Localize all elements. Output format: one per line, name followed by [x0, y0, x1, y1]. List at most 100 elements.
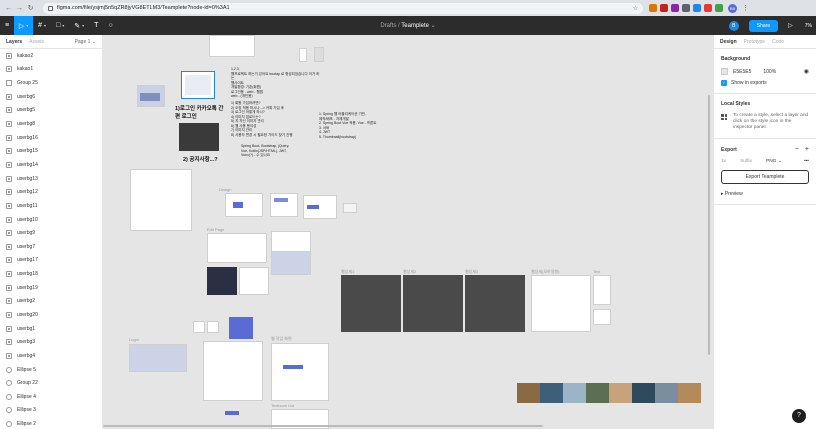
- photo-thumbnail[interactable]: [678, 383, 701, 403]
- forward-icon[interactable]: →: [15, 4, 24, 13]
- screenshot-thumbnail[interactable]: [307, 205, 319, 209]
- layer-item[interactable]: userbg7: [0, 240, 102, 254]
- test-frame[interactable]: [593, 275, 611, 305]
- export-suffix-input[interactable]: Suffix: [740, 159, 752, 164]
- detail-screen-mobile[interactable]: [531, 275, 591, 332]
- feature-list-text[interactable]: 1. Spring 웹 어플리케이션 기반, 제작/배포 - 자체개발 2. S…: [319, 112, 389, 139]
- layer-item[interactable]: userbg4: [0, 349, 102, 363]
- layer-item[interactable]: userbg1: [0, 322, 102, 336]
- photo-thumbnail[interactable]: [586, 383, 609, 403]
- photo-thumbnail[interactable]: [563, 383, 586, 403]
- pen-tool-icon[interactable]: ✎ ▾: [69, 16, 89, 35]
- export-format-select[interactable]: PNG ⌄: [766, 159, 782, 164]
- tab-layers[interactable]: Layers: [6, 39, 22, 45]
- back-icon[interactable]: ←: [4, 4, 13, 13]
- layer-item[interactable]: Ellipse 4: [0, 390, 102, 404]
- tech-stack-text[interactable]: Spring Boot, Bootstrap, jQuery, Vue, Kot…: [241, 144, 311, 158]
- textbook-list-label[interactable]: Textbook List: [271, 403, 294, 408]
- photo-thumbnail[interactable]: [655, 383, 678, 403]
- browser-extension-icon[interactable]: [693, 4, 701, 12]
- canvas-frame[interactable]: [225, 193, 263, 217]
- layer-item[interactable]: kakao1: [0, 63, 102, 77]
- browser-extension-icon[interactable]: [704, 4, 712, 12]
- layer-item[interactable]: Group 22: [0, 376, 102, 390]
- layer-item[interactable]: Ellipse 2: [0, 417, 102, 429]
- screenshot-thumbnail[interactable]: [140, 93, 160, 101]
- zoom-dropdown[interactable]: 7%: [805, 23, 812, 29]
- tab-design[interactable]: Design: [720, 39, 737, 45]
- screenshot-thumbnail[interactable]: [233, 202, 243, 208]
- file-name[interactable]: Teamplete: [401, 23, 429, 29]
- file-menu-caret[interactable]: ⌄: [431, 23, 436, 29]
- page-selector[interactable]: Page 1 ⌄: [75, 39, 96, 45]
- project-notes-text[interactable]: 1,2,3, 웹프로젝트 하는거 있어요 bootap 로 형성되었습니다 이거…: [231, 67, 321, 99]
- design-canvas[interactable]: 1)로그인 카카오톡 간편 로그인 2) 공지사항...? 1,2,3, 웹프로…: [103, 35, 713, 429]
- design-label[interactable]: Design: [219, 187, 231, 192]
- notice-section-title[interactable]: 2) 공지사항...?: [183, 155, 218, 163]
- comment-tool-icon[interactable]: ○: [103, 16, 117, 35]
- tab-assets[interactable]: Assets: [29, 39, 44, 45]
- main-menu-icon[interactable]: ≡: [0, 16, 14, 35]
- test-label[interactable]: Test: [593, 269, 600, 274]
- export-button[interactable]: Export Teamplete: [721, 170, 809, 184]
- tab-prototype[interactable]: Prototype: [744, 39, 765, 45]
- preview-caret-icon[interactable]: ▸: [721, 191, 724, 197]
- layer-item[interactable]: userbg11: [0, 199, 102, 213]
- canvas-frame[interactable]: [271, 251, 311, 275]
- frame-tool-icon[interactable]: # ▾: [33, 16, 51, 35]
- layer-item[interactable]: userbg9: [0, 226, 102, 240]
- preview-toggle[interactable]: ▸ Preview: [721, 191, 809, 197]
- layer-item[interactable]: userbg5: [0, 104, 102, 118]
- browser-extension-icon[interactable]: [671, 4, 679, 12]
- screenshot-thumbnail[interactable]: [274, 198, 288, 202]
- browser-profile-avatar[interactable]: B9: [728, 3, 737, 13]
- canvas-frame[interactable]: [203, 341, 263, 401]
- layer-item[interactable]: userbg8: [0, 117, 102, 131]
- login-label[interactable]: Login: [129, 337, 139, 342]
- work-screen-frame[interactable]: [271, 343, 329, 401]
- layer-item[interactable]: userbg15: [0, 144, 102, 158]
- screenshot-thumbnail[interactable]: [283, 365, 303, 369]
- layer-item[interactable]: Ellipse 5: [0, 363, 102, 377]
- layer-item[interactable]: userbg18: [0, 267, 102, 281]
- help-button[interactable]: ?: [792, 409, 806, 423]
- shape-tool-icon[interactable]: □ ▾: [51, 16, 69, 35]
- browser-extension-icon[interactable]: [649, 4, 657, 12]
- canvas-frame[interactable]: [207, 233, 267, 263]
- layer-item[interactable]: userbg13: [0, 172, 102, 186]
- text-tool-icon[interactable]: T: [89, 16, 103, 35]
- canvas-frame[interactable]: [299, 48, 307, 62]
- canvas-frame[interactable]: [209, 35, 255, 57]
- address-bar[interactable]: figma.com/file/ysjmj5n5qZR8jyVG8ETLM3/Te…: [43, 2, 643, 14]
- export-scale-input[interactable]: 1x: [721, 159, 726, 164]
- export-more-icon[interactable]: •••: [804, 159, 809, 164]
- browser-extension-icon[interactable]: [682, 4, 690, 12]
- reload-icon[interactable]: ↻: [26, 4, 35, 13]
- canvas-frame[interactable]: [314, 47, 324, 62]
- canvas-frame[interactable]: [270, 193, 298, 217]
- background-hex-input[interactable]: E5E5E5: [733, 69, 751, 75]
- layer-item[interactable]: userbg2: [0, 295, 102, 309]
- present-play-icon[interactable]: ▷: [788, 22, 793, 29]
- vertical-scrollbar[interactable]: [708, 95, 710, 355]
- photo-thumbnail[interactable]: [632, 383, 655, 403]
- layer-item[interactable]: userbg10: [0, 213, 102, 227]
- test-frame[interactable]: [593, 309, 611, 325]
- canvas-frame[interactable]: [179, 123, 219, 151]
- browser-menu-icon[interactable]: ⋮: [741, 4, 750, 13]
- detail-screen-3[interactable]: [465, 275, 525, 332]
- edit-page-label[interactable]: Edit Page: [207, 227, 224, 232]
- move-tool-icon[interactable]: ▷ ▾: [14, 16, 34, 35]
- layer-item[interactable]: kakao2: [0, 49, 102, 63]
- canvas-frame[interactable]: [343, 203, 357, 213]
- work-screen-label[interactable]: 웹 작업 화면: [271, 336, 292, 342]
- layer-item[interactable]: userbg6: [0, 90, 102, 104]
- photo-thumbnail[interactable]: [540, 383, 563, 403]
- layer-item[interactable]: userbg17: [0, 254, 102, 268]
- background-color-swatch[interactable]: [721, 68, 728, 75]
- share-button[interactable]: Share: [748, 19, 779, 32]
- browser-extension-icon[interactable]: [715, 4, 723, 12]
- layer-item[interactable]: userbg14: [0, 158, 102, 172]
- detail-screen-2[interactable]: [403, 275, 463, 332]
- bookmark-star-icon[interactable]: ☆: [633, 5, 638, 12]
